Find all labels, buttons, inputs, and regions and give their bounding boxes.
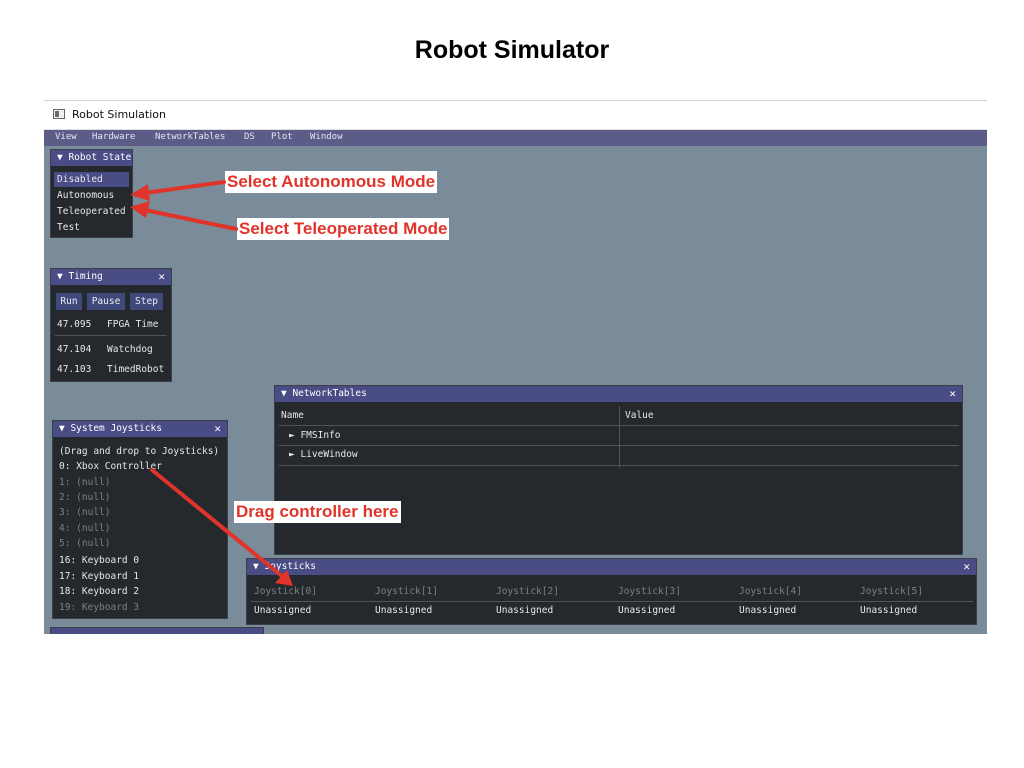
joysticks-header[interactable]: ▼ Joysticks ✕ — [247, 559, 976, 575]
networktables-panel: ▼ NetworkTables ✕ Name Value ► FMSInfo ►… — [274, 385, 963, 555]
nt-row-divider — [279, 445, 959, 446]
joystick-keyboard-1[interactable]: 17: Keyboard 1 — [59, 571, 139, 582]
joystick-slot-1: 1: (null) — [59, 477, 111, 488]
annotation-autonomous: Select Autonomous Mode — [225, 171, 438, 193]
joystick-column-1[interactable]: Joystick[1] — [375, 586, 438, 597]
joystick-column-3[interactable]: Joystick[3] — [618, 586, 681, 597]
networktables-title: ▼ NetworkTables — [281, 388, 367, 399]
close-icon[interactable]: ✕ — [158, 270, 165, 283]
menu-hardware[interactable]: Hardware — [92, 132, 135, 142]
slide-title: Robot Simulator — [414, 36, 610, 64]
timing-divider — [55, 335, 167, 336]
joysticks-title: ▼ Joysticks — [253, 561, 316, 572]
timedrobot-value: 47.103 — [57, 364, 92, 375]
drag-hint: (Drag and drop to Joysticks) — [59, 446, 220, 457]
joystick-value-3: Unassigned — [618, 605, 676, 616]
window-title: Robot Simulation — [72, 108, 166, 121]
nt-column-value: Value — [625, 410, 654, 421]
close-icon[interactable]: ✕ — [949, 387, 956, 400]
timing-panel: ▼ Timing ✕ Run Pause Step 47.095 FPGA Ti… — [50, 268, 172, 382]
app-icon — [53, 109, 65, 119]
nt-row-divider — [279, 465, 959, 466]
joystick-column-5[interactable]: Joystick[5] — [860, 586, 923, 597]
joystick-column-2[interactable]: Joystick[2] — [496, 586, 559, 597]
step-button[interactable]: Step — [130, 293, 163, 310]
menu-ds[interactable]: DS — [244, 132, 255, 142]
joystick-xbox-controller[interactable]: 0: Xbox Controller — [59, 461, 162, 472]
fpga-time-label: FPGA Time — [107, 319, 159, 330]
joystick-value-2: Unassigned — [496, 605, 554, 616]
timedrobot-label: TimedRobot — [107, 364, 165, 375]
mode-teleoperated[interactable]: Teleoperated — [57, 206, 126, 217]
joystick-keyboard-3: 19: Keyboard 3 — [59, 602, 140, 613]
watchdog-value: 47.104 — [57, 344, 92, 355]
menu-window[interactable]: Window — [310, 132, 343, 142]
joystick-value-5: Unassigned — [860, 605, 918, 616]
menu-bar: View Hardware NetworkTables DS Plot Wind… — [44, 130, 987, 146]
close-icon[interactable]: ✕ — [963, 560, 970, 573]
collapsed-panel — [50, 627, 264, 634]
joystick-column-0[interactable]: Joystick[0] — [254, 586, 317, 597]
system-joysticks-title: ▼ System Joysticks — [59, 423, 162, 434]
mode-test[interactable]: Test — [57, 222, 80, 233]
nt-row-fmsinfo[interactable]: ► FMSInfo — [289, 430, 340, 441]
joystick-column-4[interactable]: Joystick[4] — [739, 586, 802, 597]
annotation-teleoperated: Select Teleoperated Mode — [237, 218, 450, 240]
simulator-window: Robot Simulation View Hardware NetworkTa… — [44, 100, 987, 634]
joystick-slot-3: 3: (null) — [59, 507, 111, 518]
mode-disabled[interactable]: Disabled — [54, 172, 129, 187]
networktables-header[interactable]: ▼ NetworkTables ✕ — [275, 386, 962, 402]
nt-row-livewindow[interactable]: ► LiveWindow — [289, 449, 358, 460]
system-joysticks-header[interactable]: ▼ System Joysticks ✕ — [53, 421, 227, 437]
joystick-keyboard-0[interactable]: 16: Keyboard 0 — [59, 555, 139, 566]
joystick-slot-2: 2: (null) — [59, 492, 111, 503]
close-icon[interactable]: ✕ — [214, 422, 221, 435]
mode-autonomous[interactable]: Autonomous — [57, 190, 114, 201]
joysticks-divider — [251, 601, 973, 602]
robot-state-title: ▼ Robot State — [57, 152, 132, 163]
robot-state-header[interactable]: ▼ Robot State — [51, 150, 132, 166]
watchdog-label: Watchdog — [107, 344, 153, 355]
fpga-time-value: 47.095 — [57, 319, 92, 330]
joystick-slot-5: 5: (null) — [59, 538, 111, 549]
menu-plot[interactable]: Plot — [271, 132, 293, 142]
run-button[interactable]: Run — [56, 293, 82, 310]
joystick-value-0: Unassigned — [254, 605, 312, 616]
menu-view[interactable]: View — [55, 132, 77, 142]
joystick-slot-4: 4: (null) — [59, 523, 111, 534]
joystick-value-1: Unassigned — [375, 605, 433, 616]
joystick-keyboard-2[interactable]: 18: Keyboard 2 — [59, 586, 139, 597]
collapsed-panel-header[interactable] — [51, 628, 263, 634]
timing-title: ▼ Timing — [57, 271, 103, 282]
annotation-drag: Drag controller here — [234, 501, 401, 523]
pause-button[interactable]: Pause — [87, 293, 125, 310]
joysticks-panel: ▼ Joysticks ✕ Joystick[0] Joystick[1] Jo… — [246, 558, 977, 625]
menu-networktables[interactable]: NetworkTables — [155, 132, 225, 142]
joystick-value-4: Unassigned — [739, 605, 797, 616]
window-titlebar: Robot Simulation — [44, 101, 987, 130]
nt-column-name: Name — [281, 410, 304, 421]
robot-state-panel: ▼ Robot State Disabled Autonomous Teleop… — [50, 149, 133, 238]
timing-header[interactable]: ▼ Timing ✕ — [51, 269, 171, 285]
system-joysticks-panel: ▼ System Joysticks ✕ (Drag and drop to J… — [52, 420, 228, 619]
nt-header-divider — [279, 425, 959, 426]
nt-column-divider — [619, 406, 620, 468]
